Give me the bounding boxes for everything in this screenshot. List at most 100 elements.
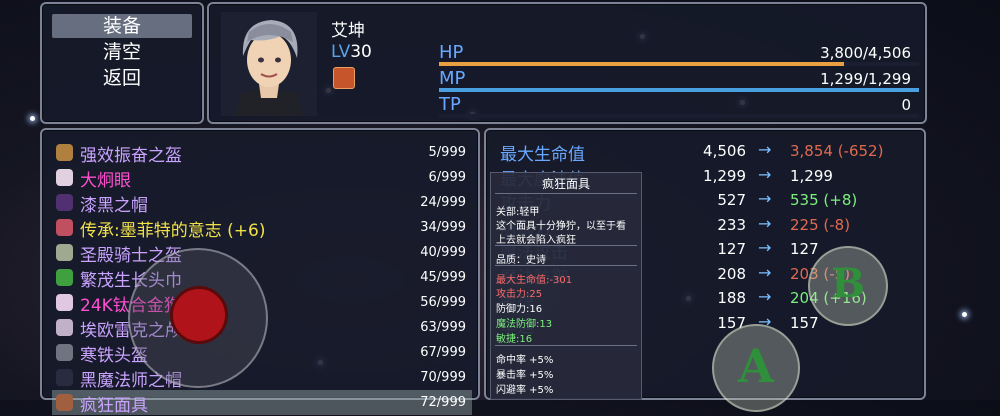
tooltip-line: 敏捷:16 <box>496 334 533 345</box>
tooltip-line: 上去就会陷入疯狂 <box>496 235 576 246</box>
wizard-hat-icon <box>56 369 73 386</box>
item-count: 24/999 <box>420 195 466 210</box>
eye-orb-icon <box>56 294 73 311</box>
item-name: 传承:墨菲特的意志 (+6) <box>80 221 266 241</box>
level-value: 30 <box>350 42 372 62</box>
equipment-list-item[interactable]: 大炯眼 6/999 <box>52 165 472 191</box>
mask-icon <box>56 394 73 411</box>
stat-new: 3,854 (-652) <box>790 142 884 160</box>
sparkle <box>30 116 35 121</box>
stat-new: 535 (+8) <box>790 191 858 209</box>
arrow-icon: → <box>758 287 772 306</box>
a-button[interactable]: A <box>712 324 800 412</box>
tp-value: 0 <box>901 96 911 114</box>
tp-gauge: TP 0 <box>439 92 919 120</box>
arrow-icon: → <box>758 238 772 257</box>
stat-new: 1,299 <box>790 166 833 185</box>
tooltip-line: 这个面具十分狰狞，以至于看 <box>496 221 626 232</box>
stat-row: 最大生命值 4,506 → 3,854 (-652) <box>496 140 916 165</box>
helmet-icon <box>56 144 73 161</box>
level-label: LV <box>331 42 351 62</box>
item-name: 大炯眼 <box>80 171 131 191</box>
mp-value: 1,299/1,299 <box>820 70 911 88</box>
state-buff-icon <box>333 67 355 89</box>
stat-current: 527 <box>717 191 746 209</box>
stat-current: 1,299 <box>703 166 746 185</box>
stat-current: 208 <box>717 264 746 283</box>
leaf-icon <box>56 269 73 286</box>
item-count: 67/999 <box>420 345 466 360</box>
item-count: 34/999 <box>420 220 466 235</box>
stat-current: 188 <box>717 289 746 307</box>
tooltip-divider <box>495 345 637 346</box>
item-count: 72/999 <box>420 395 466 410</box>
tooltip-line: 最大生命值:-301 <box>496 275 573 286</box>
stat-current: 233 <box>717 215 746 234</box>
item-count: 56/999 <box>420 295 466 310</box>
command-back[interactable]: 返回 <box>52 66 192 90</box>
eye-orb-icon <box>56 169 73 186</box>
equipment-list-item[interactable]: 强效振奋之盔 5/999 <box>52 140 472 166</box>
arrow-icon: → <box>758 164 772 184</box>
equipment-list-item[interactable]: 传承:墨菲特的意志 (+6) 34/999 <box>52 215 472 241</box>
knight-helm-icon <box>56 244 73 261</box>
sparkle <box>962 312 967 317</box>
stat-name: 最大生命值 <box>500 145 585 165</box>
item-count: 45/999 <box>420 270 466 285</box>
command-clear[interactable]: 清空 <box>52 40 192 64</box>
tooltip-line: 闪避率 +5% <box>496 385 554 396</box>
arrow-icon: → <box>758 140 772 159</box>
item-count: 5/999 <box>428 145 466 160</box>
tooltip-divider <box>495 245 637 246</box>
item-name: 疯狂面具 <box>80 396 148 416</box>
tooltip-line: 魔法防御:13 <box>496 319 553 330</box>
command-equip[interactable]: 装备 <box>52 14 192 38</box>
arrow-icon: → <box>758 189 772 208</box>
item-count: 40/999 <box>420 245 466 260</box>
mask-icon <box>56 219 73 236</box>
tp-label: TP <box>439 94 461 115</box>
equipment-list-item[interactable]: 漆黑之帽 24/999 <box>52 190 472 216</box>
actor-status-window: 艾坤 LV30 HP 3,800/4,506 MP 1,299/1,299 TP… <box>207 2 927 124</box>
arrow-icon: → <box>758 262 772 282</box>
command-window: 装备 清空 返回 <box>40 2 204 124</box>
tooltip-title: 疯狂面具 <box>541 177 590 191</box>
actor-level: LV30 <box>331 42 372 62</box>
item-count: 6/999 <box>428 170 466 185</box>
b-button[interactable]: B <box>808 246 888 326</box>
actor-name: 艾坤 <box>331 21 365 41</box>
tooltip-divider <box>495 193 637 194</box>
mp-label: MP <box>439 68 466 89</box>
tooltip-line: 命中率 +5% <box>496 355 554 366</box>
item-count: 70/999 <box>420 370 466 385</box>
skull-icon <box>56 319 73 336</box>
tooltip-divider <box>495 265 637 266</box>
stat-new: 127 <box>790 240 819 258</box>
equipment-list-item[interactable]: 圣殿骑士之盔 40/999 <box>52 240 472 266</box>
tooltip-line: 品质：史诗 <box>496 255 546 266</box>
stat-current: 127 <box>717 240 746 258</box>
item-name: 漆黑之帽 <box>80 196 148 216</box>
tooltip-line: 暴击率 +5% <box>496 370 554 381</box>
actor-portrait <box>221 12 317 116</box>
joystick-knob[interactable] <box>170 286 228 344</box>
hp-value: 3,800/4,506 <box>820 44 911 62</box>
iron-helm-icon <box>56 344 73 361</box>
equipment-list-item[interactable]: 疯狂面具 72/999 <box>52 390 472 416</box>
stat-new: 157 <box>790 313 819 332</box>
hp-gauge: HP 3,800/4,506 <box>439 40 919 68</box>
item-count: 63/999 <box>420 320 466 335</box>
tooltip-line: 防御力:16 <box>496 304 543 315</box>
equipment-list-item[interactable]: 黑魔法师之帽 70/999 <box>52 365 472 391</box>
equipment-list-item[interactable]: 繁茂生长头巾 45/999 <box>52 265 472 291</box>
hp-label: HP <box>439 42 464 63</box>
item-tooltip: 疯狂面具 关部:轻甲这个面具十分狰狞，以至于看 上去就会陷入疯狂 品质：史诗最大生命… <box>490 172 642 400</box>
hat-icon <box>56 194 73 211</box>
stat-new: 225 (-8) <box>790 215 851 234</box>
tooltip-line: 关部:轻甲 <box>496 207 540 218</box>
item-name: 强效振奋之盔 <box>80 146 182 166</box>
tooltip-line: 攻击力:25 <box>496 289 543 300</box>
arrow-icon: → <box>758 213 772 233</box>
stat-current: 4,506 <box>703 142 746 160</box>
mp-gauge: MP 1,299/1,299 <box>439 66 919 94</box>
